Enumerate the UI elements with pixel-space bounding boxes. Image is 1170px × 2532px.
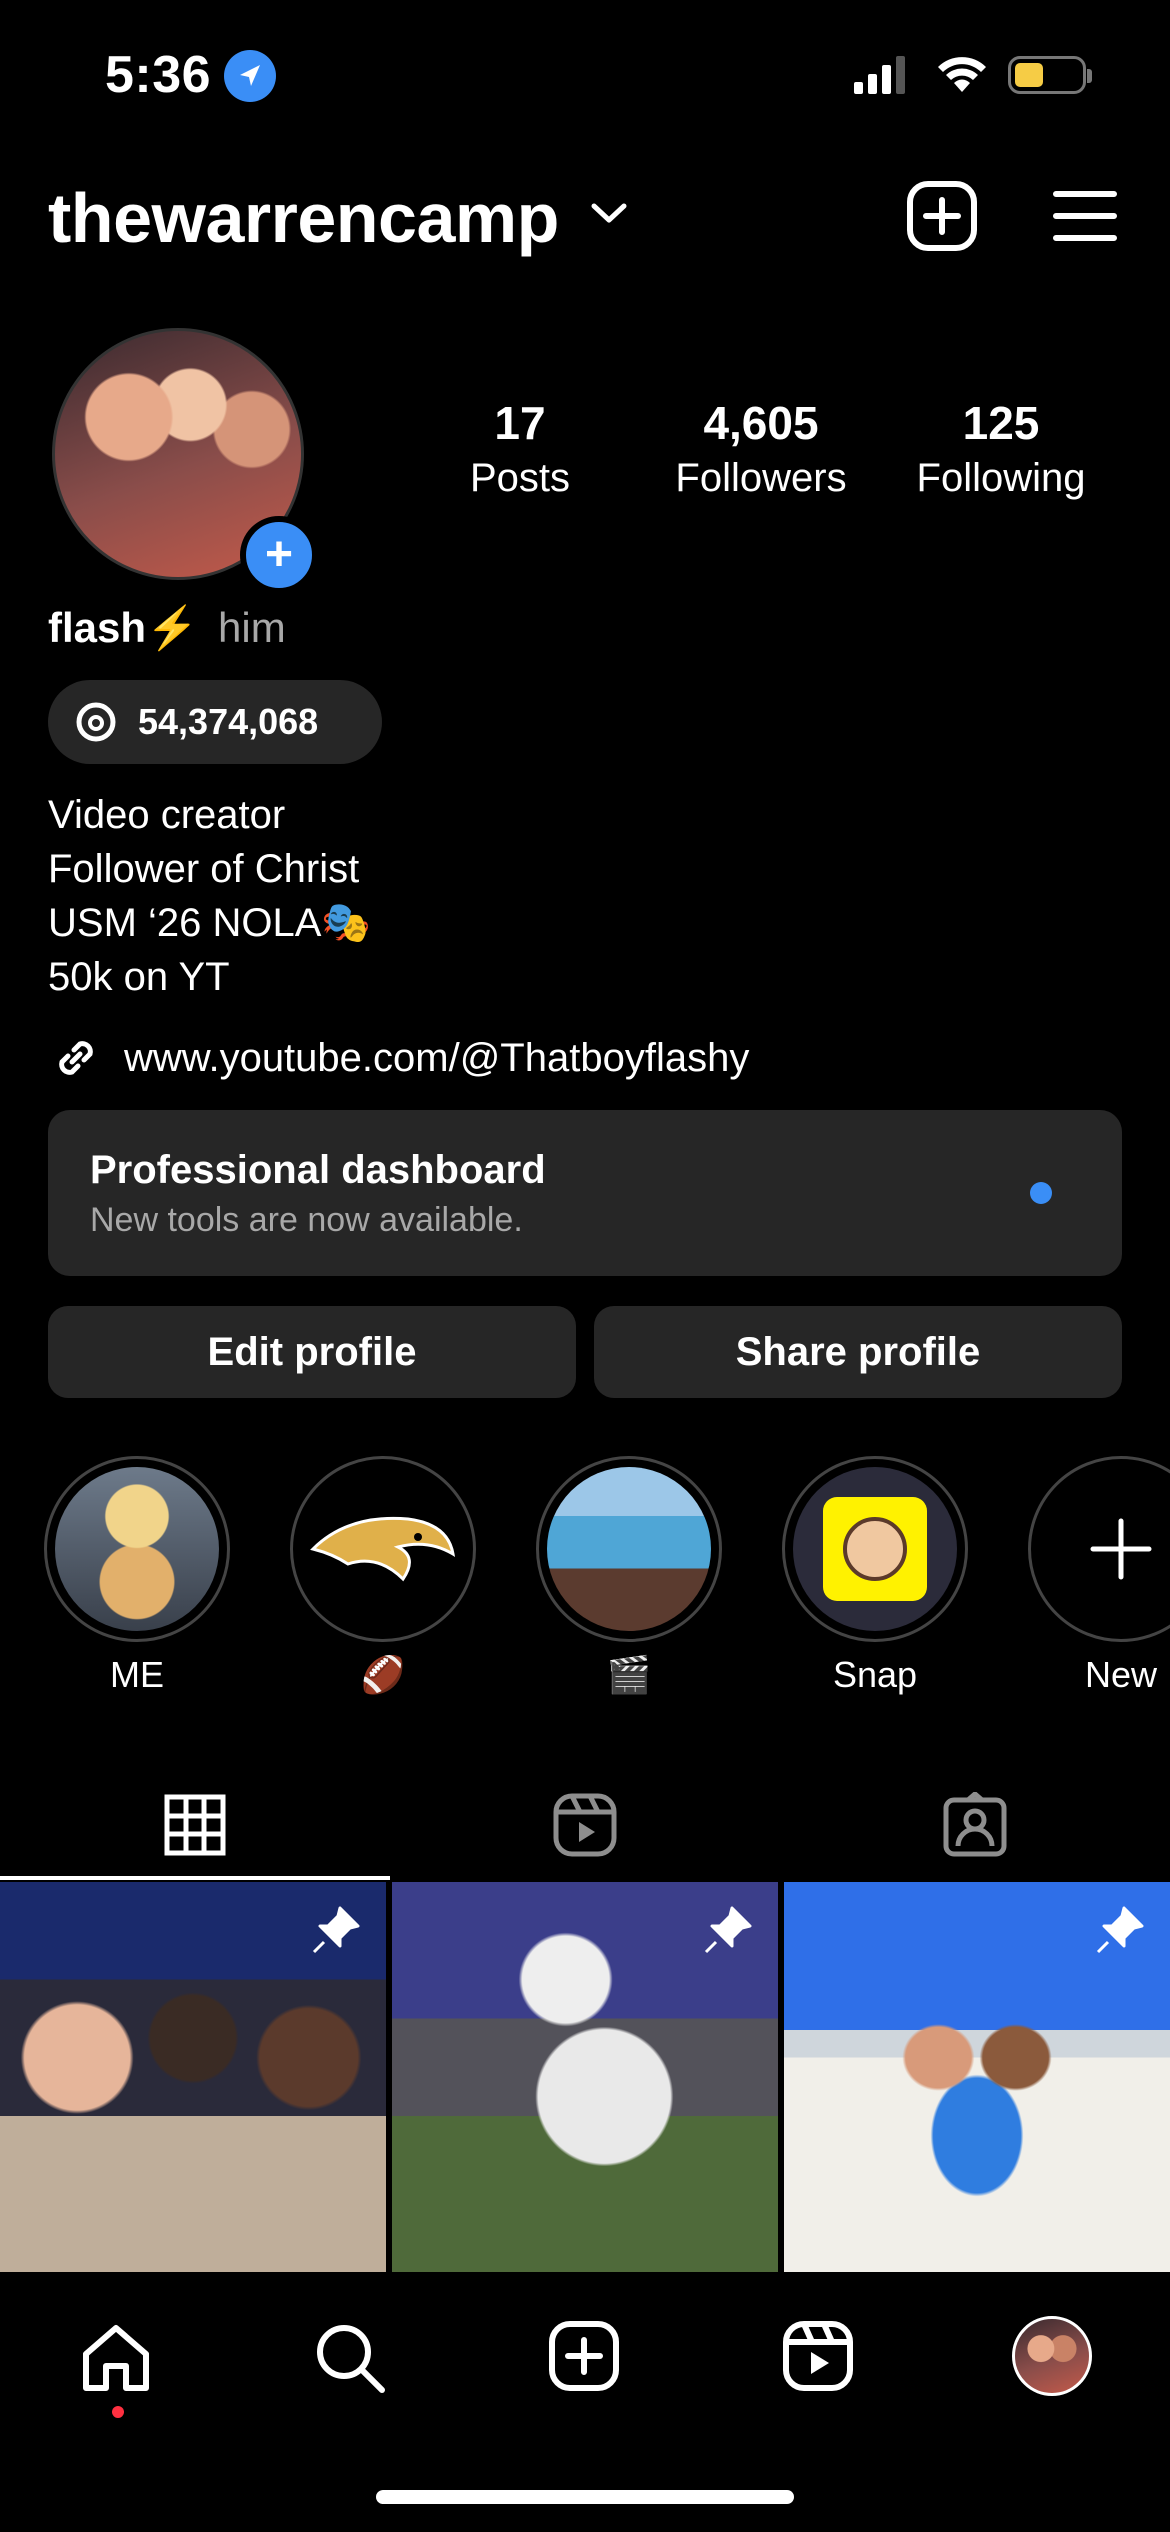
profile-tabs [0,1770,1170,1880]
chevron-down-icon[interactable] [590,200,628,226]
tab-grid[interactable] [0,1770,390,1880]
share-profile-button[interactable]: Share profile [594,1306,1122,1398]
add-post-icon[interactable] [906,180,978,252]
followers-label: Followers [675,456,847,500]
profile-avatar[interactable] [1012,2316,1092,2396]
post-thumbnail[interactable] [0,1882,386,2272]
followers-stat[interactable]: 4,605 Followers [656,396,866,501]
highlight-label: 🎬 [606,1654,652,1695]
link-url: www.youtube.com/@Thatboyflashy [124,1035,750,1080]
search-icon[interactable] [312,2320,388,2396]
posts-stat[interactable]: 17 Posts [440,396,600,501]
tagged-icon [943,1792,1007,1857]
threads-badge[interactable]: 54,374,068 [48,680,382,764]
posts-label: Posts [469,456,571,500]
highlight-label: ME [110,1654,164,1695]
plus-icon [1090,1518,1152,1580]
tab-tagged[interactable] [780,1770,1170,1880]
profile-link[interactable]: www.youtube.com/@Thatboyflashy [48,1030,749,1086]
bottom-navigation [0,2280,1170,2440]
active-tab-indicator [0,1876,390,1880]
highlight-clapper[interactable]: 🎬 [536,1456,722,1696]
pin-icon [312,1906,360,1954]
home-indicator[interactable] [376,2490,794,2504]
reels-icon[interactable] [782,2320,854,2392]
grid-icon [164,1794,226,1856]
tab-reels[interactable] [390,1770,780,1880]
profile-bio: Video creator Follower of Christ USM ‘26… [48,788,371,1004]
highlight-me[interactable]: ME [44,1456,230,1696]
following-count: 125 [962,397,1040,449]
professional-dashboard[interactable]: Professional dashboard New tools are now… [48,1110,1122,1276]
highlight-new[interactable]: New [1028,1456,1170,1696]
pin-icon [704,1906,752,1954]
highlight-football[interactable]: 🏈 [290,1456,476,1696]
status-time: 5:36 [105,46,212,104]
bio-line: 50k on YT [48,955,230,999]
highlight-label: New [1084,1654,1158,1695]
post-thumbnail[interactable] [784,1882,1170,2272]
golden-eagle-logo-icon [310,1516,456,1582]
link-icon [59,1041,93,1075]
menu-icon[interactable] [1052,190,1118,242]
bio-line: USM ‘26 NOLA🎭 [48,901,372,945]
pin-icon [1096,1906,1144,1954]
battery-icon [1008,56,1092,94]
threads-icon [76,702,116,742]
highlight-label: Snap [832,1654,918,1695]
profile-pronouns: him [218,604,286,651]
location-arrow-icon [224,50,276,102]
reels-icon [553,1793,617,1857]
highlight-snap[interactable]: Snap [782,1456,968,1696]
profile-username[interactable]: thewarrencamp [48,178,559,258]
notification-dot [1030,1182,1052,1204]
home-icon[interactable] [78,2320,154,2396]
posts-count: 17 [494,397,546,449]
threads-count: 54,374,068 [138,701,319,742]
followers-count: 4,605 [703,397,819,449]
bio-line: Video creator [48,793,286,837]
following-stat[interactable]: 125 Following [896,396,1106,501]
notification-dot [112,2406,124,2418]
cellular-signal-icon [854,56,905,94]
create-icon[interactable] [548,2320,620,2392]
dashboard-title: Professional dashboard [90,1148,546,1192]
profile-display-name: flash⚡️ [48,604,199,651]
wifi-icon [938,57,986,92]
following-label: Following [916,456,1086,500]
dashboard-subtitle: New tools are now available. [90,1201,523,1239]
edit-profile-button[interactable]: Edit profile [48,1306,576,1398]
post-thumbnail[interactable] [392,1882,778,2272]
bio-line: Follower of Christ [48,847,360,891]
highlight-label: 🏈 [360,1654,406,1695]
add-story-plus-icon[interactable]: + [240,516,318,594]
